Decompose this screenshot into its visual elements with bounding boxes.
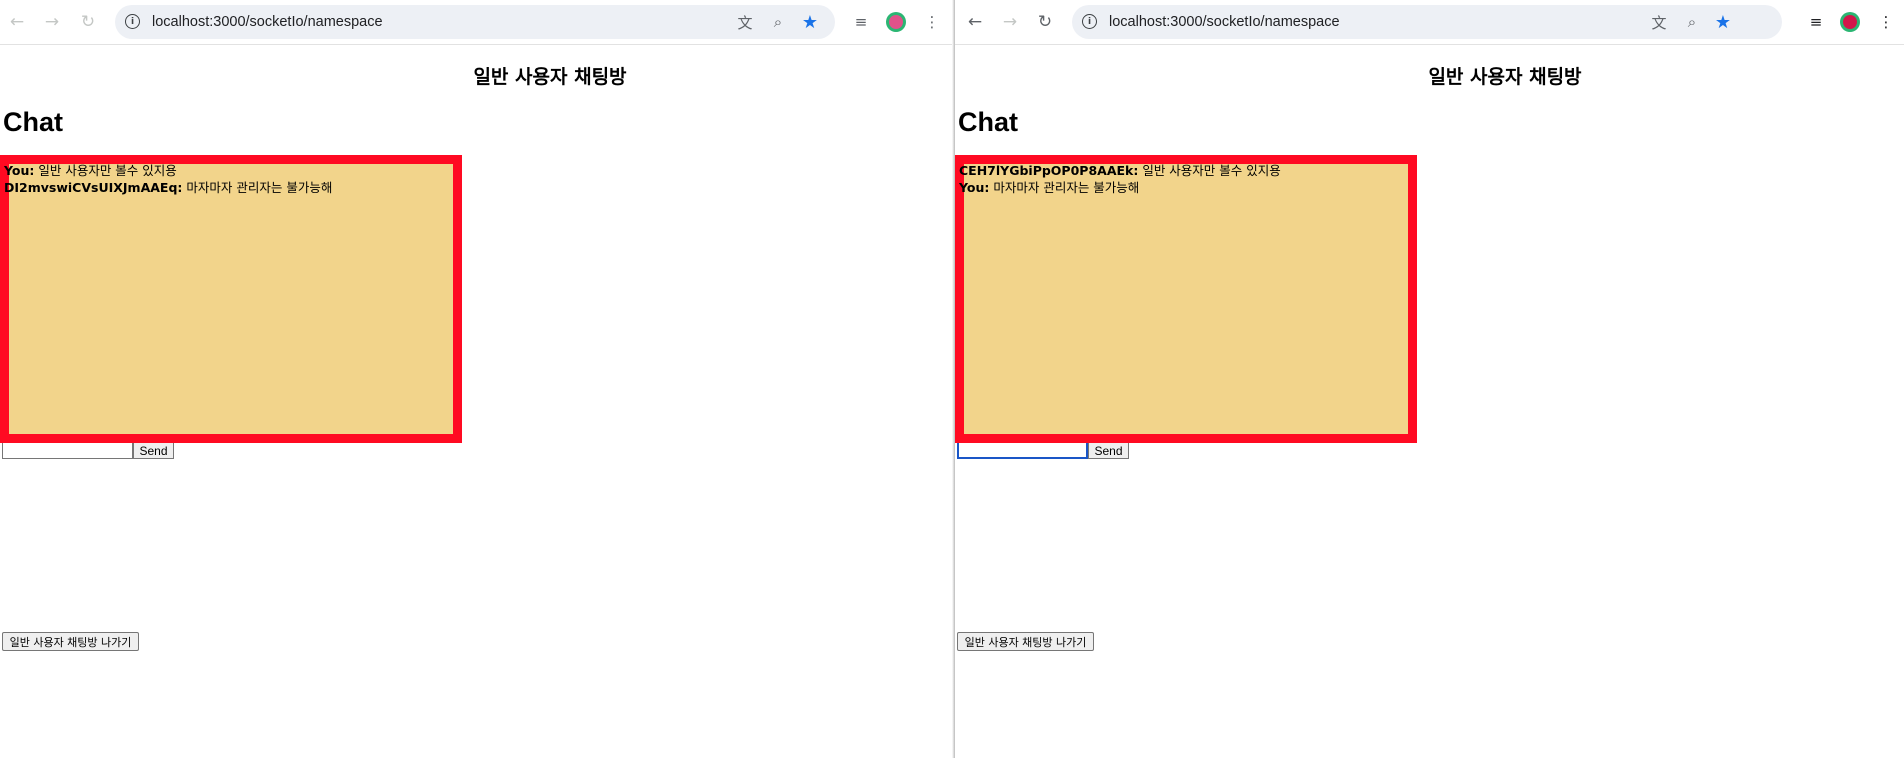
message-sender: You:: [4, 163, 35, 178]
message-text: 일반 사용자만 볼수 있지용: [34, 163, 177, 178]
arrow-right-icon[interactable]: →: [40, 10, 64, 34]
address-bar[interactable]: i localhost:3000/socketIo/namespace 文 ⌕ …: [115, 5, 835, 39]
message-sender: CEH7lYGbiPpOP0P8AAEk:: [959, 163, 1139, 178]
chat-message: CEH7lYGbiPpOP0P8AAEk: 일반 사용자만 볼수 있지용: [959, 162, 1408, 179]
translate-icon[interactable]: 文: [735, 12, 755, 32]
browser-toolbar: ← → ↻ i localhost:3000/socketIo/namespac…: [955, 0, 1904, 45]
message-text: 마자마자 관리자는 불가능해: [182, 180, 333, 195]
page-title: 일반 사용자 채팅방: [473, 66, 627, 88]
avatar[interactable]: [886, 12, 906, 32]
kebab-menu-icon[interactable]: ⋮: [921, 11, 943, 33]
browser-window-left: ← → ↻ i localhost:3000/socketIo/namespac…: [0, 0, 954, 758]
message-text: 일반 사용자만 볼수 있지용: [1138, 163, 1281, 178]
page-title: 일반 사용자 채팅방: [1428, 66, 1582, 88]
chat-message: You: 일반 사용자만 볼수 있지용: [4, 162, 453, 179]
arrow-left-icon[interactable]: ←: [963, 10, 987, 34]
info-icon[interactable]: i: [1082, 14, 1097, 29]
star-icon[interactable]: ★: [800, 12, 820, 33]
zoom-icon[interactable]: ⌕: [1682, 12, 1702, 32]
leave-chatroom-button[interactable]: 일반 사용자 채팅방 나가기: [2, 632, 139, 651]
browser-toolbar: ← → ↻ i localhost:3000/socketIo/namespac…: [0, 0, 954, 45]
kebab-menu-icon[interactable]: ⋮: [1875, 11, 1897, 33]
media-control-icon[interactable]: ≡: [850, 11, 872, 33]
arrow-left-icon[interactable]: ←: [5, 10, 29, 34]
translate-icon[interactable]: 文: [1649, 12, 1669, 32]
leave-chatroom-button[interactable]: 일반 사용자 채팅방 나가기: [957, 632, 1094, 651]
reload-icon[interactable]: ↻: [76, 10, 100, 34]
message-sender: You:: [959, 180, 990, 195]
star-icon[interactable]: ★: [1713, 12, 1733, 33]
chat-message: You: 마자마자 관리자는 불가능해: [959, 179, 1408, 196]
url-text: localhost:3000/socketIo/namespace: [1109, 14, 1340, 30]
avatar[interactable]: [1840, 12, 1860, 32]
chat-messages-box: CEH7lYGbiPpOP0P8AAEk: 일반 사용자만 볼수 있지용 You…: [955, 155, 1417, 443]
message-text: 마자마자 관리자는 불가능해: [989, 180, 1140, 195]
info-icon[interactable]: i: [125, 14, 140, 29]
url-text: localhost:3000/socketIo/namespace: [152, 14, 383, 30]
page-content: 일반 사용자 채팅방 Chat CEH7lYGbiPpOP0P8AAEk: 일반…: [955, 46, 1904, 758]
chat-heading: Chat: [3, 107, 63, 137]
message-sender: DI2mvswiCVsUIXJmAAEq:: [4, 180, 183, 195]
send-button[interactable]: Send: [1088, 443, 1129, 459]
chat-messages-box: You: 일반 사용자만 볼수 있지용 DI2mvswiCVsUIXJmAAEq…: [0, 155, 462, 443]
browser-window-right: ← → ↻ i localhost:3000/socketIo/namespac…: [955, 0, 1904, 758]
message-input[interactable]: [957, 443, 1088, 459]
address-bar[interactable]: i localhost:3000/socketIo/namespace 文 ⌕ …: [1072, 5, 1782, 39]
chat-message: DI2mvswiCVsUIXJmAAEq: 마자마자 관리자는 불가능해: [4, 179, 453, 196]
page-content: 일반 사용자 채팅방 Chat You: 일반 사용자만 볼수 있지용 DI2m…: [0, 46, 954, 758]
media-control-icon[interactable]: ≡: [1805, 11, 1827, 33]
reload-icon[interactable]: ↻: [1033, 10, 1057, 34]
arrow-right-icon[interactable]: →: [998, 10, 1022, 34]
zoom-icon[interactable]: ⌕: [768, 12, 788, 32]
message-input[interactable]: [2, 443, 133, 459]
send-button[interactable]: Send: [133, 443, 174, 459]
chat-heading: Chat: [958, 107, 1018, 137]
